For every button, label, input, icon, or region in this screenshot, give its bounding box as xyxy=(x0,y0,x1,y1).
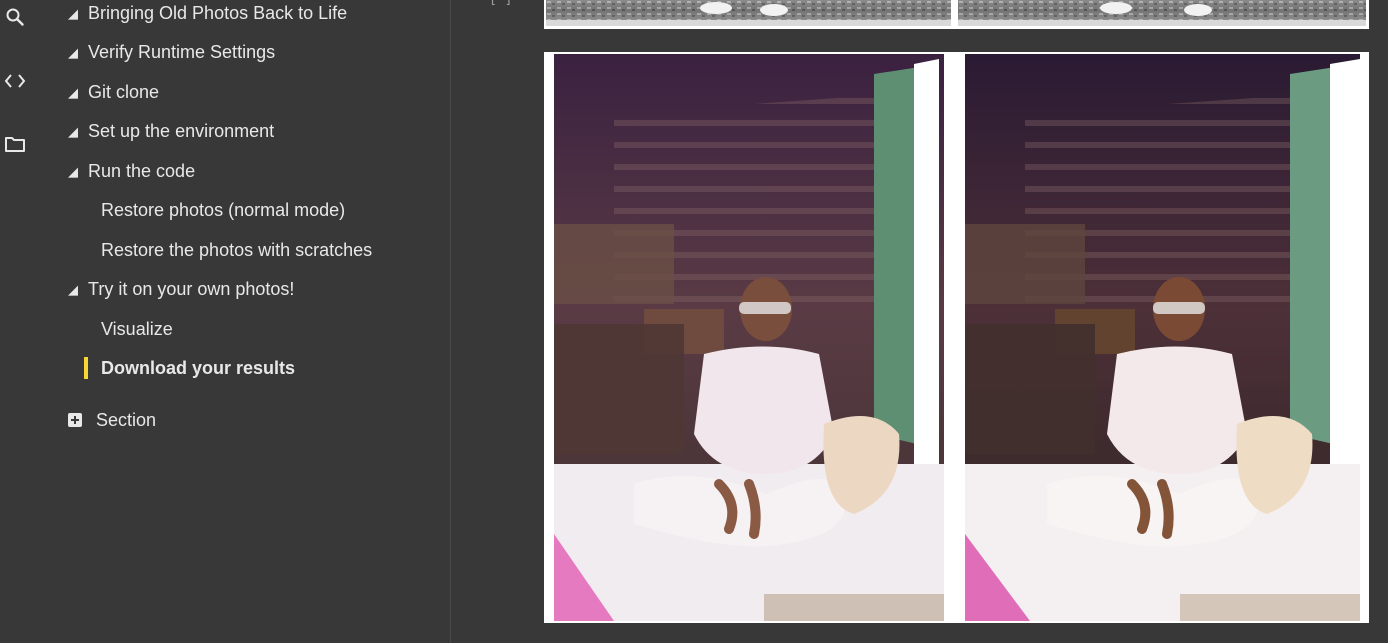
collapse-triangle-icon[interactable]: ◢ xyxy=(68,3,88,25)
collapse-triangle-icon[interactable]: ◢ xyxy=(68,42,88,64)
collapse-triangle-icon[interactable]: ◢ xyxy=(68,82,88,104)
toc-item-verify-runtime[interactable]: ◢ Verify Runtime Settings xyxy=(68,41,275,64)
restored-photo-comparison xyxy=(544,52,1369,623)
toc-item-restore-normal[interactable]: Restore photos (normal mode) xyxy=(101,199,345,221)
active-section-marker xyxy=(84,357,88,379)
toc-item-restore-scratches[interactable]: Restore the photos with scratches xyxy=(101,239,372,261)
execution-count: [ ] xyxy=(489,0,512,7)
restored-photo-left xyxy=(554,54,944,621)
toc-item-git-clone[interactable]: ◢ Git clone xyxy=(68,81,159,104)
toc-item-run-the-code[interactable]: ◢ Run the code xyxy=(68,160,195,183)
activity-bar xyxy=(0,0,52,643)
notebook-output-area: [ ] xyxy=(451,0,1388,643)
collapse-triangle-icon[interactable]: ◢ xyxy=(68,161,88,183)
folder-icon[interactable] xyxy=(0,129,30,159)
collapse-triangle-icon[interactable]: ◢ xyxy=(68,279,88,301)
code-icon[interactable] xyxy=(0,66,30,96)
search-icon[interactable] xyxy=(0,2,30,32)
collapse-triangle-icon[interactable]: ◢ xyxy=(68,121,88,143)
table-of-contents: ◢ Bringing Old Photos Back to Life ◢ Verif… xyxy=(52,0,450,643)
bw-photo-left xyxy=(546,0,951,26)
restored-photo-right xyxy=(965,54,1360,621)
toc-item-setup-environment[interactable]: ◢ Set up the environment xyxy=(68,120,274,143)
add-section-button[interactable]: Section xyxy=(68,409,156,431)
toc-item-try-own-photos[interactable]: ◢ Try it on your own photos! xyxy=(68,278,294,301)
toc-item-download-results[interactable]: Download your results xyxy=(101,357,295,379)
bw-photo-right xyxy=(958,0,1366,26)
toc-item-visualize[interactable]: Visualize xyxy=(101,318,173,340)
toc-item-bringing-old-photos[interactable]: ◢ Bringing Old Photos Back to Life xyxy=(68,2,347,25)
plus-box-icon xyxy=(68,413,82,427)
bw-photo-comparison-top xyxy=(544,0,1369,29)
